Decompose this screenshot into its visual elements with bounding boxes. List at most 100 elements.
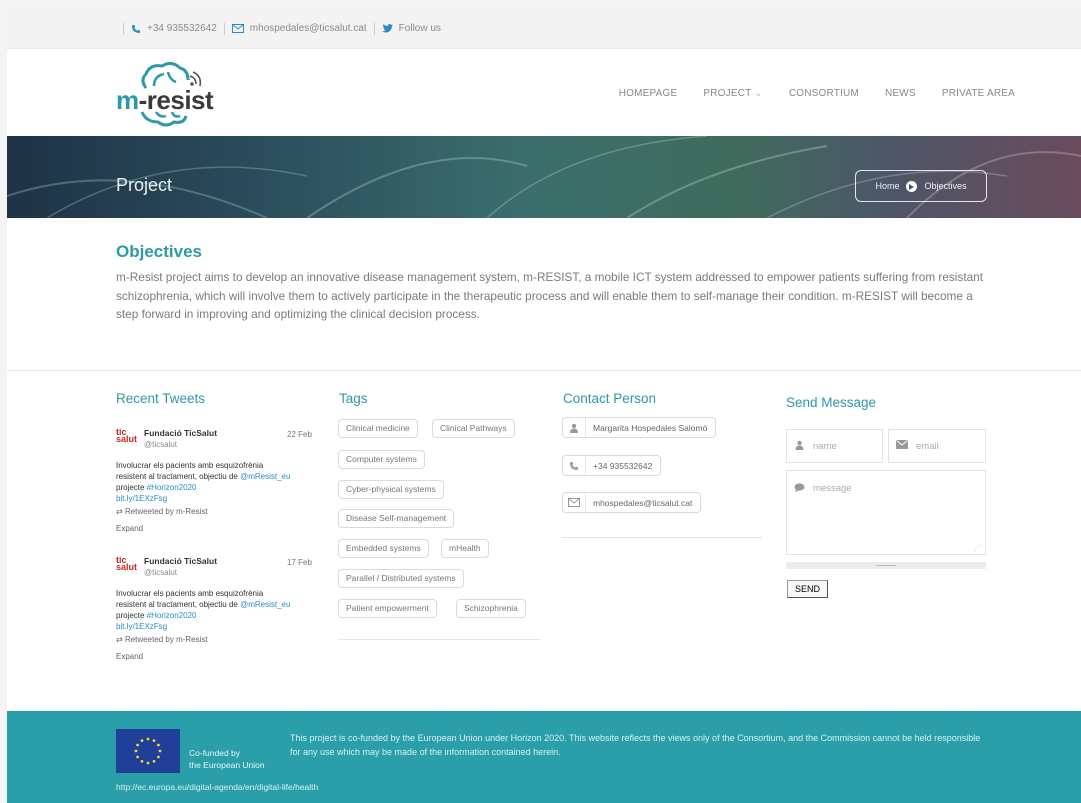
contact-bottom-rule xyxy=(562,537,762,538)
tweet-mention-link[interactable]: @mResist_eu xyxy=(240,472,290,481)
main-nav: HOMEPAGE PROJECT ⌄ CONSORTIUM NEWS PRIVA… xyxy=(619,88,1015,99)
name-input[interactable]: name xyxy=(786,429,883,463)
user-icon xyxy=(794,440,805,453)
contact-phone[interactable]: +34 935532642 xyxy=(562,455,662,476)
topbar-phone[interactable]: +34 935532642 xyxy=(131,23,217,34)
send-message-title: Send Message xyxy=(786,395,877,410)
tags-title: Tags xyxy=(339,391,368,406)
tag-clinical-pathways[interactable]: Clinical Pathways xyxy=(432,419,515,438)
ticsalut-avatar[interactable]: tic salut xyxy=(116,556,138,572)
retweet-icon: ⇄ xyxy=(116,635,123,644)
contact-email-text: mhospedales@ticsalut.cat xyxy=(593,497,693,508)
tweet-expand[interactable]: Expand xyxy=(116,523,143,534)
tweet-text-mid: projecte xyxy=(116,611,147,620)
funding-disclaimer: This project is co-funded by the Europea… xyxy=(290,733,981,757)
nav-news[interactable]: NEWS xyxy=(885,88,916,99)
breadcrumb-home[interactable]: Home xyxy=(875,181,899,191)
phone-icon xyxy=(132,24,140,33)
tags-bottom-rule xyxy=(338,639,541,640)
tag-schizophrenia[interactable]: Schizophrenia xyxy=(456,599,526,618)
nav-consortium[interactable]: CONSORTIUM xyxy=(789,88,859,99)
tweet-url-link[interactable]: bit.ly/1EXzFsg xyxy=(116,622,167,631)
retweet-icon: ⇄ xyxy=(116,507,123,516)
topbar-email[interactable]: mhospedales@ticsalut.cat xyxy=(231,23,367,34)
nav-private-area[interactable]: PRIVATE AREA xyxy=(942,88,1015,99)
tweet-handle[interactable]: @ticsalut xyxy=(144,567,177,578)
tweet-author[interactable]: Fundació TicSalut xyxy=(144,556,217,567)
ec-health-link[interactable]: http://ec.europa.eu/digital-agenda/en/di… xyxy=(116,782,318,792)
site-footer: Co-funded by the European Union This pro… xyxy=(7,711,1081,803)
tweet-hashtag-link[interactable]: #Horizon2020 xyxy=(147,611,197,620)
tweet-body: Involucrar els pacients amb esquizofrèni… xyxy=(116,588,291,632)
tag-computer-systems[interactable]: Computer systems xyxy=(338,450,425,469)
message-textarea[interactable]: message ⋰ xyxy=(786,470,986,555)
retweet-text: Retweeted by m-Resist xyxy=(124,635,208,644)
topbar-follow[interactable]: Follow us xyxy=(381,23,441,34)
topbar-follow-text: Follow us xyxy=(398,23,441,34)
envelope-icon xyxy=(231,24,244,33)
phone-icon xyxy=(563,456,586,475)
logo-wordmark: m-resist xyxy=(116,85,214,116)
breadcrumb-current: Objectives xyxy=(924,181,967,191)
name-placeholder: name xyxy=(813,440,837,452)
send-button[interactable]: SEND xyxy=(787,580,828,598)
email-input[interactable]: email xyxy=(888,429,986,463)
cofunded-line2: the European Union xyxy=(189,760,265,770)
logo-m: m xyxy=(116,85,139,115)
tweet-date[interactable]: 17 Feb xyxy=(287,557,312,568)
contact-email[interactable]: mhospedales@ticsalut.cat xyxy=(562,492,702,513)
contact-phone-text: +34 935532642 xyxy=(593,460,653,471)
topbar-email-text: mhospedales@ticsalut.cat xyxy=(249,23,367,34)
tweet-body: Involucrar els pacients amb esquizofrèni… xyxy=(116,460,291,504)
scroll-grip xyxy=(876,565,896,566)
logo-resist: -resist xyxy=(138,85,214,115)
tag-mhealth[interactable]: mHealth xyxy=(441,539,489,558)
tweet-hashtag-link[interactable]: #Horizon2020 xyxy=(147,483,197,492)
cofunded-label: Co-funded by the European Union xyxy=(189,747,265,771)
tweet-retweet: ⇄ Retweeted by m-Resist xyxy=(116,506,208,517)
tweet-retweet: ⇄ Retweeted by m-Resist xyxy=(116,634,208,645)
objectives-section: Objectives m-Resist project aims to deve… xyxy=(116,242,996,324)
speech-bubble-icon xyxy=(794,483,805,496)
tweet-date[interactable]: 22 Feb xyxy=(287,429,312,440)
eu-flag-icon xyxy=(116,729,180,773)
email-placeholder: email xyxy=(916,440,939,452)
section-divider xyxy=(7,370,1081,371)
twitter-bird-icon xyxy=(381,24,393,33)
tweet-handle[interactable]: @ticsalut xyxy=(144,439,177,450)
cofunded-line1: Co-funded by xyxy=(189,748,241,758)
tag-cyber-physical-systems[interactable]: Cyber-physical systems xyxy=(338,480,444,499)
nav-homepage[interactable]: HOMEPAGE xyxy=(619,88,678,99)
user-icon xyxy=(563,418,586,437)
chevron-down-icon: ⌄ xyxy=(754,88,763,99)
tag-patient-empowerment[interactable]: Patient empowerment xyxy=(338,599,437,618)
separator xyxy=(223,22,225,35)
tag-parallel-distributed-systems[interactable]: Parallel / Distributed systems xyxy=(338,569,464,588)
tweet-expand[interactable]: Expand xyxy=(116,651,143,662)
tag-clinical-medicine[interactable]: Clinical medicine xyxy=(338,419,418,438)
tweet-author[interactable]: Fundació TicSalut xyxy=(144,428,217,439)
objectives-text: m-Resist project aims to develop an inno… xyxy=(116,270,984,321)
tag-disease-self-management[interactable]: Disease Self-management xyxy=(338,509,455,528)
tweet-mention-link[interactable]: @mResist_eu xyxy=(240,600,290,609)
message-placeholder: message xyxy=(813,483,852,494)
site-header: m-resist HOMEPAGE PROJECT ⌄ CONSORTIUM N… xyxy=(7,49,1081,136)
contact-name: Margarita Hospedales Salomó xyxy=(562,417,717,438)
m-resist-logo[interactable]: m-resist xyxy=(116,58,216,130)
separator xyxy=(373,22,375,35)
top-contact-bar: +34 935532642 mhospedales@ticsalut.cat F… xyxy=(7,9,1081,49)
tweet-url-link[interactable]: bit.ly/1EXzFsg xyxy=(116,494,167,503)
envelope-icon xyxy=(563,493,586,512)
retweet-text: Retweeted by m-Resist xyxy=(124,507,208,516)
ticsalut-avatar[interactable]: tic salut xyxy=(116,428,138,444)
textarea-scroll-handle[interactable] xyxy=(786,562,986,569)
avatar-line2: salut xyxy=(116,434,138,444)
avatar-line2: salut xyxy=(116,562,138,572)
breadcrumb: Home Objectives xyxy=(855,170,987,202)
resize-handle-icon[interactable]: ⋰ xyxy=(974,544,981,552)
topbar-phone-text: +34 935532642 xyxy=(147,23,217,34)
recent-tweets-title: Recent Tweets xyxy=(116,391,206,406)
nav-project[interactable]: PROJECT ⌄ xyxy=(703,88,762,99)
tag-embedded-systems[interactable]: Embedded systems xyxy=(338,539,429,558)
tweet-text-mid: projecte xyxy=(116,483,147,492)
